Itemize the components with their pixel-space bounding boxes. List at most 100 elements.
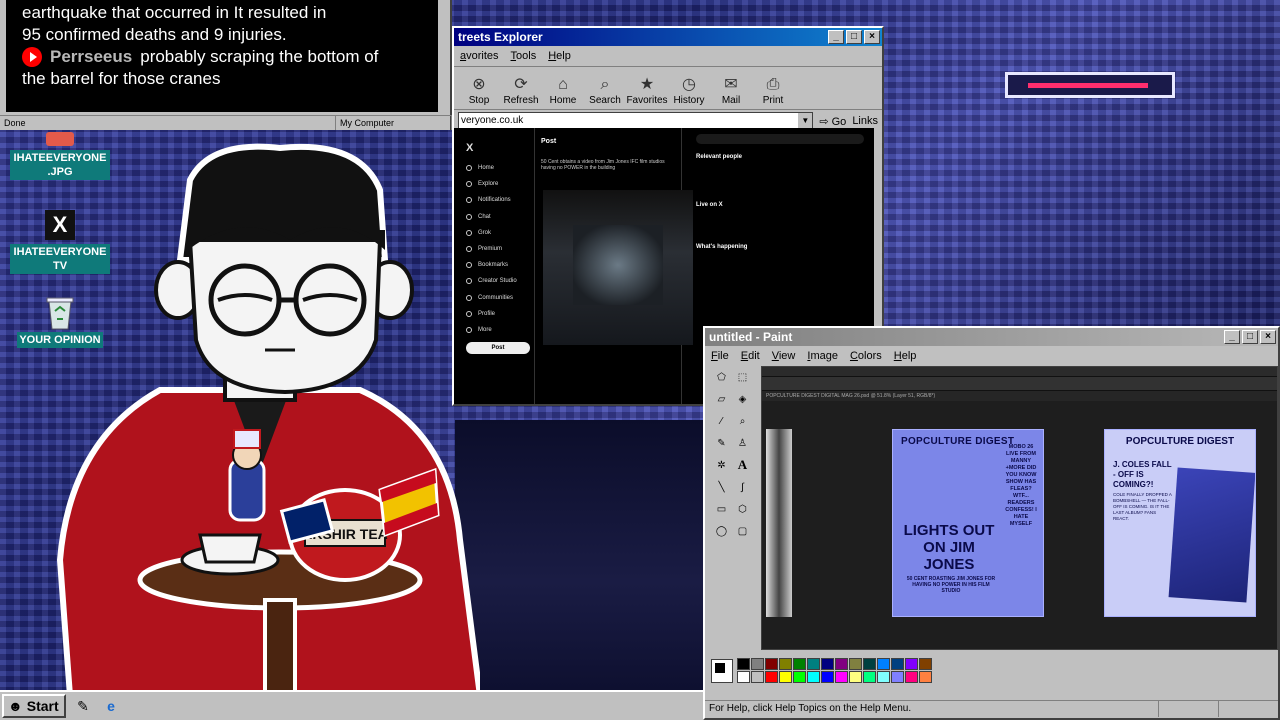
menu-edit[interactable]: Edit (741, 350, 760, 362)
palette-swatch[interactable] (765, 658, 778, 670)
palette-swatch[interactable] (821, 658, 834, 670)
palette-swatch[interactable] (863, 658, 876, 670)
menu-view[interactable]: View (772, 350, 796, 362)
maximize-button[interactable]: □ (1242, 330, 1258, 344)
start-button[interactable]: ☻ Start (2, 694, 66, 718)
curve-icon[interactable]: ∫ (732, 476, 753, 498)
palette-swatch[interactable] (905, 658, 918, 670)
palette-swatch[interactable] (835, 658, 848, 670)
rounded-rect-icon[interactable]: ▢ (732, 520, 753, 542)
pencil-icon[interactable]: ✎ (711, 432, 732, 454)
search-button[interactable]: ⌕ Search (584, 75, 626, 109)
ie-titlebar[interactable]: treets Explorer _ □ × (454, 28, 882, 46)
minimize-button[interactable]: _ (828, 30, 844, 44)
magnifier-icon[interactable]: ⌕ (732, 410, 753, 432)
notepad-icon[interactable]: ✎ (72, 695, 94, 717)
stop-button[interactable]: ⊗ Stop (458, 75, 500, 109)
palette-swatch[interactable] (793, 671, 806, 683)
paint-canvas[interactable]: POPCULTURE DIGEST DIGITAL MAG 26.psd @ 5… (761, 366, 1278, 650)
mail-icon: ✉ (724, 76, 738, 93)
x-search-input[interactable] (696, 134, 864, 144)
eraser-icon[interactable]: ▱ (711, 388, 732, 410)
ellipse-icon[interactable]: ◯ (711, 520, 732, 542)
ps-document-tab[interactable]: POPCULTURE DIGEST DIGITAL MAG 26.psd @ 5… (762, 391, 1277, 401)
palette-swatch[interactable] (751, 658, 764, 670)
close-button[interactable]: × (1260, 330, 1276, 344)
palette-swatch[interactable] (919, 658, 932, 670)
menu-tools[interactable]: Tools (511, 50, 537, 62)
magazine-cover: POPCULTURE DIGEST MOBO 26 LIVE FROM MANN… (892, 429, 1044, 617)
magazine-page-2: POPCULTURE DIGEST J. COLES FALL - OFF IS… (1104, 429, 1256, 617)
refresh-button[interactable]: ⟳ Refresh (500, 75, 542, 109)
palette-swatch[interactable] (779, 658, 792, 670)
paint-title: untitled - Paint (709, 330, 793, 344)
text-icon[interactable]: A (732, 454, 753, 476)
comment-author: Perrseeus (50, 47, 133, 66)
paint-titlebar[interactable]: untitled - Paint _ □ × (705, 328, 1278, 346)
picker-icon[interactable]: ⁄ (711, 410, 732, 432)
palette-swatch[interactable] (863, 671, 876, 683)
color-palette (711, 658, 932, 683)
palette-swatch[interactable] (891, 658, 904, 670)
menu-file[interactable]: File (711, 350, 729, 362)
links-button[interactable]: Links (852, 115, 878, 127)
favorites-icon: ★ (639, 76, 655, 93)
close-button[interactable]: × (864, 30, 880, 44)
palette-swatch[interactable] (793, 658, 806, 670)
palette-swatch[interactable] (877, 671, 890, 683)
history-button[interactable]: ◷ History (668, 75, 710, 109)
ie-menubar: avorites Tools Help (454, 46, 882, 66)
palette-swatch[interactable] (779, 671, 792, 683)
print-button[interactable]: ⎙ Print (752, 75, 794, 109)
home-button[interactable]: ⌂ Home (542, 75, 584, 109)
airbrush-icon[interactable]: ✲ (711, 454, 732, 476)
favorites-button[interactable]: ★ Favorites (626, 75, 668, 109)
minimize-button[interactable]: _ (1224, 330, 1240, 344)
chevron-down-icon[interactable]: ▼ (798, 113, 813, 129)
palette-swatch[interactable] (751, 671, 764, 683)
palette-swatch[interactable] (821, 671, 834, 683)
palette-swatch[interactable] (807, 658, 820, 670)
mail-button[interactable]: ✉ Mail (710, 75, 752, 109)
line-icon[interactable]: ╲ (711, 476, 732, 498)
current-colors[interactable] (711, 658, 733, 683)
page2-headline: J. COLES FALL - OFF IS COMING?! (1113, 460, 1172, 489)
menu-image[interactable]: Image (807, 350, 838, 362)
go-button[interactable]: ⇨ Go (819, 115, 846, 128)
free-select-icon[interactable]: ⬠ (711, 366, 732, 388)
menu-colors[interactable]: Colors (850, 350, 882, 362)
palette-swatch[interactable] (849, 658, 862, 670)
status-zone: My Computer (336, 116, 452, 130)
palette-swatch[interactable] (807, 671, 820, 683)
palette-swatch[interactable] (877, 658, 890, 670)
ie-icon[interactable]: e (100, 695, 122, 717)
rectangle-icon[interactable]: ▭ (711, 498, 732, 520)
fill-icon[interactable]: ◈ (732, 388, 753, 410)
menu-favorites[interactable]: avorites (460, 50, 499, 62)
comment-text-2: the barrel for those cranes (22, 69, 221, 88)
palette-swatch[interactable] (905, 671, 918, 683)
palette-swatch[interactable] (849, 671, 862, 683)
ps-options-bar (762, 377, 1277, 391)
ie-title: treets Explorer (458, 30, 543, 44)
comment-author-row: Perrseeus probably scraping the bottom o… (22, 46, 422, 68)
maximize-button[interactable]: □ (846, 30, 862, 44)
rect-select-icon[interactable]: ⬚ (732, 366, 753, 388)
palette-swatch[interactable] (737, 671, 750, 683)
menu-help[interactable]: Help (548, 50, 571, 62)
x-post-video[interactable] (543, 190, 693, 345)
page2-body: COLE FINALLY DROPPED A BOMBSHELL — THE F… (1113, 492, 1172, 521)
ps-menubar (762, 367, 1277, 377)
paint-window[interactable]: untitled - Paint _ □ × File Edit View Im… (703, 326, 1280, 720)
palette-swatch[interactable] (737, 658, 750, 670)
caption-status-bar: Done My Computer (0, 115, 452, 130)
windows-logo-icon: ☻ (8, 698, 23, 714)
menu-help[interactable]: Help (894, 350, 917, 362)
brush-icon[interactable]: ♙ (732, 432, 753, 454)
palette-swatch[interactable] (835, 671, 848, 683)
paint-toolbox: ⬠ ⬚ ▱ ◈ ⁄ ⌕ ✎ ♙ ✲ A ╲ ∫ ▭ ⬡ ◯ ▢ (711, 366, 753, 606)
polygon-icon[interactable]: ⬡ (732, 498, 753, 520)
palette-swatch[interactable] (891, 671, 904, 683)
palette-swatch[interactable] (765, 671, 778, 683)
palette-swatch[interactable] (919, 671, 932, 683)
